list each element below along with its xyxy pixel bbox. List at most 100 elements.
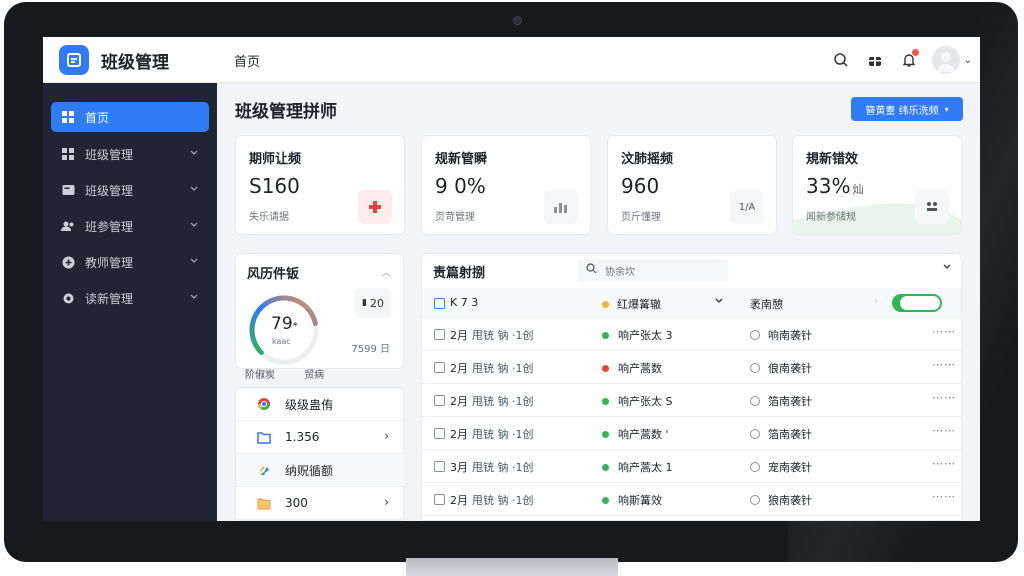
row-checkbox[interactable] <box>434 362 445 373</box>
column-header[interactable]: K 7 3 <box>450 296 478 309</box>
tab[interactable]: 阶俶炭 <box>245 370 275 381</box>
tab[interactable]: 贸病 <box>304 370 324 381</box>
row-status: 响斯篝效 <box>602 492 662 508</box>
row-teacher: 狼南袭针 <box>750 492 812 508</box>
section-tabs: 阶俶炭 贸病 <box>245 366 350 381</box>
webcam <box>513 16 522 25</box>
status-dot <box>602 301 609 308</box>
gear-icon <box>61 291 75 305</box>
row-checkbox[interactable] <box>434 329 445 340</box>
risk-count: 20 <box>369 296 384 310</box>
radio-icon[interactable] <box>750 363 760 373</box>
plus-icon <box>358 190 392 224</box>
chevron-down-icon <box>189 183 199 197</box>
chevron-down-icon[interactable] <box>714 296 724 309</box>
chevron-right-icon: › <box>384 429 389 443</box>
user-avatar[interactable] <box>931 46 960 74</box>
table-row[interactable]: 3月 甩铳 钠 ·1创 响产蒿太 1 宠南袭针 ⋯⋯ <box>422 450 961 483</box>
sidebar-item-home[interactable]: 首页 <box>51 102 209 132</box>
radio-icon[interactable] <box>750 462 760 472</box>
row-teacher-text: 箔南袭针 <box>768 428 812 441</box>
stat-value: 960 <box>621 174 660 198</box>
primary-action-button[interactable]: 簪黄耋 纬乐洗频 ▾ <box>851 97 963 121</box>
row-teacher: 宠南袭针 <box>750 459 812 475</box>
table-row[interactable]: 2月 甩铳 钠 ·1创 响产蒿数 ' 箔南袭针 ⋯⋯ <box>422 417 961 450</box>
more-icon[interactable]: ⋯⋯ <box>932 457 956 470</box>
radio-icon[interactable] <box>750 330 760 340</box>
chevron-down-icon[interactable] <box>942 262 952 275</box>
sidebar-item-label: 教师管理 <box>85 255 134 270</box>
more-icon[interactable]: ⋯⋯ <box>932 325 956 338</box>
more-icon[interactable]: ⋯⋯ <box>932 358 956 371</box>
app-screen: 班级管理 首页 ⌄ 首页 班级管理 班级管理 班参管理 教师管理 读新管理 班级… <box>43 37 980 521</box>
toggle-switch[interactable] <box>892 294 942 312</box>
stat-card[interactable]: 期师让频 S160 失乐请据 <box>235 135 405 235</box>
sidebar-item-settings[interactable]: 读新管理 <box>51 283 209 313</box>
table-row[interactable]: 2月 甩铳 钠 ·1创 响产张太 S 箔南袭针 ⋯⋯ <box>422 384 961 417</box>
stat-card[interactable]: 規新错效 33% 灿 闻新参储规 <box>792 135 962 235</box>
list-item-label: 纳贶循额 <box>285 463 334 478</box>
list-item[interactable]: 纳贶循额 <box>236 454 405 487</box>
stat-card[interactable]: 汶肺摇频 960 页斤懂理 1/A <box>607 135 777 235</box>
row-checkbox[interactable] <box>434 428 445 439</box>
chart-icon <box>544 190 578 224</box>
column-header[interactable]: 红爆篝辙 <box>602 296 661 312</box>
radio-icon[interactable] <box>750 495 760 505</box>
network-icon <box>915 190 949 224</box>
sidebar-item-label: 读新管理 <box>85 291 134 306</box>
brand[interactable]: 班级管理 <box>43 37 217 83</box>
row-name-text: 甩铳 钠 ·1创 <box>472 395 534 408</box>
stat-label: 规新管瞬 <box>435 152 488 167</box>
stat-card[interactable]: 规新管瞬 9 0% 页苛管理 <box>421 135 591 235</box>
stat-value: S160 <box>249 174 300 198</box>
sidebar-item-teachers[interactable]: 教师管理 <box>51 247 209 277</box>
bell-icon[interactable] <box>894 45 924 75</box>
chevron-right-icon[interactable]: › <box>874 296 878 307</box>
chevron-down-icon <box>189 291 199 305</box>
users-icon <box>61 219 75 233</box>
stat-sub: 闻新参储规 <box>806 212 856 223</box>
sidebar-item-participants[interactable]: 班参管理 <box>51 211 209 241</box>
row-status-text: 响产蒿数 <box>618 362 662 375</box>
select-all-checkbox[interactable] <box>434 298 445 309</box>
row-name-text: 甩铳 钠 ·1创 <box>472 362 534 375</box>
row-teacher: 箔南袭针 <box>750 426 812 442</box>
more-icon[interactable]: ⋯⋯ <box>932 424 956 437</box>
radio-icon[interactable] <box>750 429 760 439</box>
risk-card: 风历件钣 ︿ ▮ 20 7599 日 <box>235 253 404 369</box>
card-icon <box>61 183 75 197</box>
stat-label: 規新错效 <box>806 152 859 167</box>
row-teacher-text: 俍南袭针 <box>768 362 812 375</box>
table-row[interactable]: 2月 甩铳 钠 ·1创 响产蒿数 俍南袭针 ⋯⋯ <box>422 351 961 384</box>
table-row[interactable]: 2月 甩铳 钠 ·1创 响斯篝效 狼南袭针 ⋯⋯ <box>422 483 961 516</box>
row-teacher: 俍南袭针 <box>750 360 812 376</box>
sidebar-item-class-management[interactable]: 班级管理 <box>51 139 209 169</box>
row-date: 2月 <box>450 494 468 507</box>
row-checkbox[interactable] <box>434 461 445 472</box>
row-status: 响产蒿太 1 <box>602 459 673 475</box>
radio-icon[interactable] <box>750 396 760 406</box>
chevron-up-icon[interactable]: ︿ <box>381 264 391 279</box>
list-item[interactable]: 级级蛊侑 <box>236 388 405 421</box>
row-name: 2月 甩铳 钠 ·1创 <box>450 492 534 508</box>
table-row[interactable]: 2月 甩铳 钠 ·1创 响产张太 3 响南袭针 ⋯⋯ <box>422 318 961 351</box>
row-name: 2月 甩铳 钠 ·1创 <box>450 426 534 442</box>
row-checkbox[interactable] <box>434 395 445 406</box>
grid-icon <box>61 110 75 124</box>
status-dot <box>602 365 609 372</box>
more-icon[interactable]: ⋯⋯ <box>932 391 956 404</box>
list-item[interactable]: 300 › <box>236 487 405 520</box>
search-input[interactable]: 协余坎 <box>578 259 728 281</box>
row-checkbox[interactable] <box>434 494 445 505</box>
more-icon[interactable]: ⋯⋯ <box>932 490 956 503</box>
list-item[interactable]: 1.356 › <box>236 421 405 454</box>
gauge-suffix: * <box>292 321 298 332</box>
breadcrumb[interactable]: 首页 <box>234 51 260 70</box>
stat-value: 33% 灿 <box>806 174 863 198</box>
column-header[interactable]: 袤南憩 <box>750 296 783 312</box>
risk-footer: 7599 日 <box>351 344 390 355</box>
chevron-down-icon[interactable]: ⌄ <box>964 55 972 66</box>
search-icon[interactable] <box>826 45 856 75</box>
gift-icon[interactable] <box>860 45 890 75</box>
sidebar-item-class-management-2[interactable]: 班级管理 <box>51 175 209 205</box>
